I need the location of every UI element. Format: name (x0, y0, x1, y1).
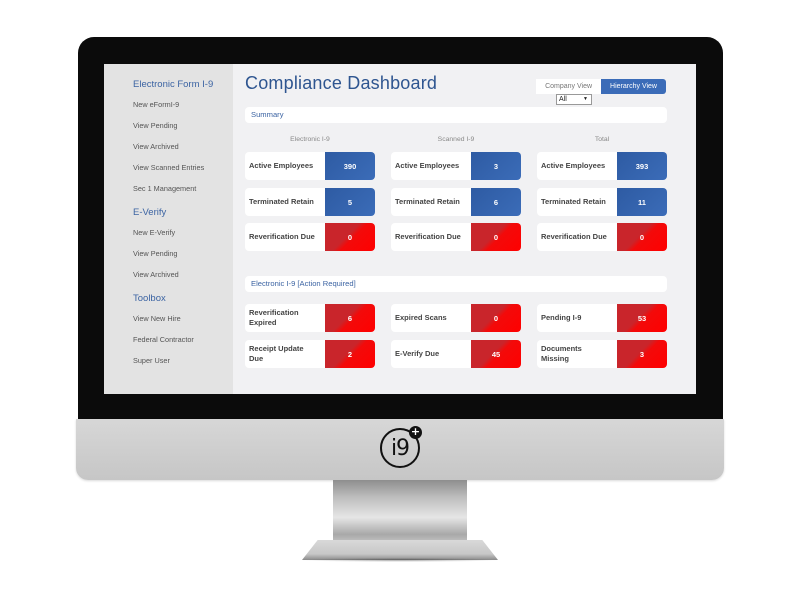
summary-card-label: Reverification Due (537, 223, 617, 251)
action-card-value: 45 (471, 340, 521, 368)
summary-card[interactable]: Terminated Retain 5 (245, 188, 375, 216)
sidebar-item-new-everify[interactable]: New E-Verify (133, 228, 233, 237)
action-card-label: Documents Missing (537, 340, 617, 368)
monitor-stand-neck (333, 480, 467, 548)
summary-card[interactable]: Terminated Retain 11 (537, 188, 667, 216)
sidebar-item-super-user[interactable]: Super User (133, 356, 233, 365)
sidebar-item-federal-contractor[interactable]: Federal Contractor (133, 335, 233, 344)
logo-text: i9 (390, 435, 410, 461)
summary-card-label: Reverification Due (245, 223, 325, 251)
column-heading-scanned: Scanned I-9 (437, 136, 475, 143)
summary-card-value: 0 (325, 223, 375, 251)
column-heading-electronic: Electronic I-9 (290, 136, 330, 143)
summary-card[interactable]: Reverification Due 0 (537, 223, 667, 251)
sidebar-item-view-pending[interactable]: View Pending (133, 121, 233, 130)
action-card-label: E-Verify Due (391, 340, 471, 368)
stand-shadow (300, 558, 500, 562)
sidebar-item-sec1-management[interactable]: Sec 1 Management (133, 184, 233, 193)
summary-card-label: Terminated Retain (245, 188, 325, 216)
screen: Electronic Form I-9 New eFormI-9 View Pe… (104, 64, 696, 394)
action-card[interactable]: Receipt Update Due 2 (245, 340, 375, 368)
action-card-value: 53 (617, 304, 667, 332)
sidebar-heading-everify[interactable]: E-Verify (133, 207, 233, 218)
monitor-stand-base (302, 540, 498, 560)
sidebar-item-new-eform[interactable]: New eFormI-9 (133, 100, 233, 109)
action-card[interactable]: Reverification Expired 6 (245, 304, 375, 332)
action-card-value: 3 (617, 340, 667, 368)
sidebar-section-toolbox: Toolbox View New Hire Federal Contractor… (133, 293, 233, 365)
sidebar-section-eform: Electronic Form I-9 New eFormI-9 View Pe… (133, 79, 233, 193)
summary-card-value: 393 (617, 152, 667, 180)
scope-select[interactable]: All ▼ (556, 94, 592, 105)
action-card-label: Receipt Update Due (245, 340, 325, 368)
company-view-button[interactable]: Company View (536, 79, 602, 94)
action-card[interactable]: Pending I-9 53 (537, 304, 667, 332)
sidebar-heading-eform[interactable]: Electronic Form I-9 (133, 79, 233, 90)
summary-card-label: Reverification Due (391, 223, 471, 251)
action-card-value: 6 (325, 304, 375, 332)
sidebar-section-everify: E-Verify New E-Verify View Pending View … (133, 207, 233, 279)
action-card-label: Expired Scans (391, 304, 471, 332)
summary-card[interactable]: Active Employees 393 (537, 152, 667, 180)
view-toggle: Company View Hierarchy View (536, 79, 666, 94)
action-required-section-header: Electronic I-9 [Action Required] (245, 276, 667, 292)
hierarchy-view-button[interactable]: Hierarchy View (601, 79, 666, 94)
sidebar-item-everify-pending[interactable]: View Pending (133, 249, 233, 258)
sidebar: Electronic Form I-9 New eFormI-9 View Pe… (104, 64, 233, 394)
action-card-label: Pending I-9 (537, 304, 617, 332)
summary-card[interactable]: Reverification Due 0 (245, 223, 375, 251)
summary-section-header: Summary (245, 107, 667, 123)
plus-badge-icon: + (409, 425, 422, 439)
action-card[interactable]: Expired Scans 0 (391, 304, 521, 332)
sidebar-item-view-new-hire[interactable]: View New Hire (133, 314, 233, 323)
summary-card-value: 6 (471, 188, 521, 216)
summary-card-label: Terminated Retain (391, 188, 471, 216)
dropdown-arrow-icon: ▼ (583, 96, 588, 102)
column-heading-total: Total (594, 136, 610, 143)
action-card-label: Reverification Expired (245, 304, 325, 332)
sidebar-item-view-archived[interactable]: View Archived (133, 142, 233, 151)
summary-card[interactable]: Active Employees 3 (391, 152, 521, 180)
action-card-value: 2 (325, 340, 375, 368)
main-content: Compliance Dashboard Company View Hierar… (233, 64, 696, 394)
summary-card-label: Active Employees (245, 152, 325, 180)
summary-card[interactable]: Reverification Due 0 (391, 223, 521, 251)
action-card[interactable]: Documents Missing 3 (537, 340, 667, 368)
summary-card-value: 3 (471, 152, 521, 180)
sidebar-item-everify-archived[interactable]: View Archived (133, 270, 233, 279)
action-card-value: 0 (471, 304, 521, 332)
summary-card-label: Active Employees (391, 152, 471, 180)
summary-card[interactable]: Terminated Retain 6 (391, 188, 521, 216)
summary-card-label: Active Employees (537, 152, 617, 180)
sidebar-heading-toolbox[interactable]: Toolbox (133, 293, 233, 304)
summary-card-value: 5 (325, 188, 375, 216)
summary-card-label: Terminated Retain (537, 188, 617, 216)
summary-card-value: 0 (617, 223, 667, 251)
action-card[interactable]: E-Verify Due 45 (391, 340, 521, 368)
summary-card-value: 390 (325, 152, 375, 180)
summary-card-value: 11 (617, 188, 667, 216)
summary-card[interactable]: Active Employees 390 (245, 152, 375, 180)
scope-select-value: All (559, 96, 567, 103)
summary-card-value: 0 (471, 223, 521, 251)
sidebar-item-view-scanned[interactable]: View Scanned Entries (133, 163, 233, 172)
